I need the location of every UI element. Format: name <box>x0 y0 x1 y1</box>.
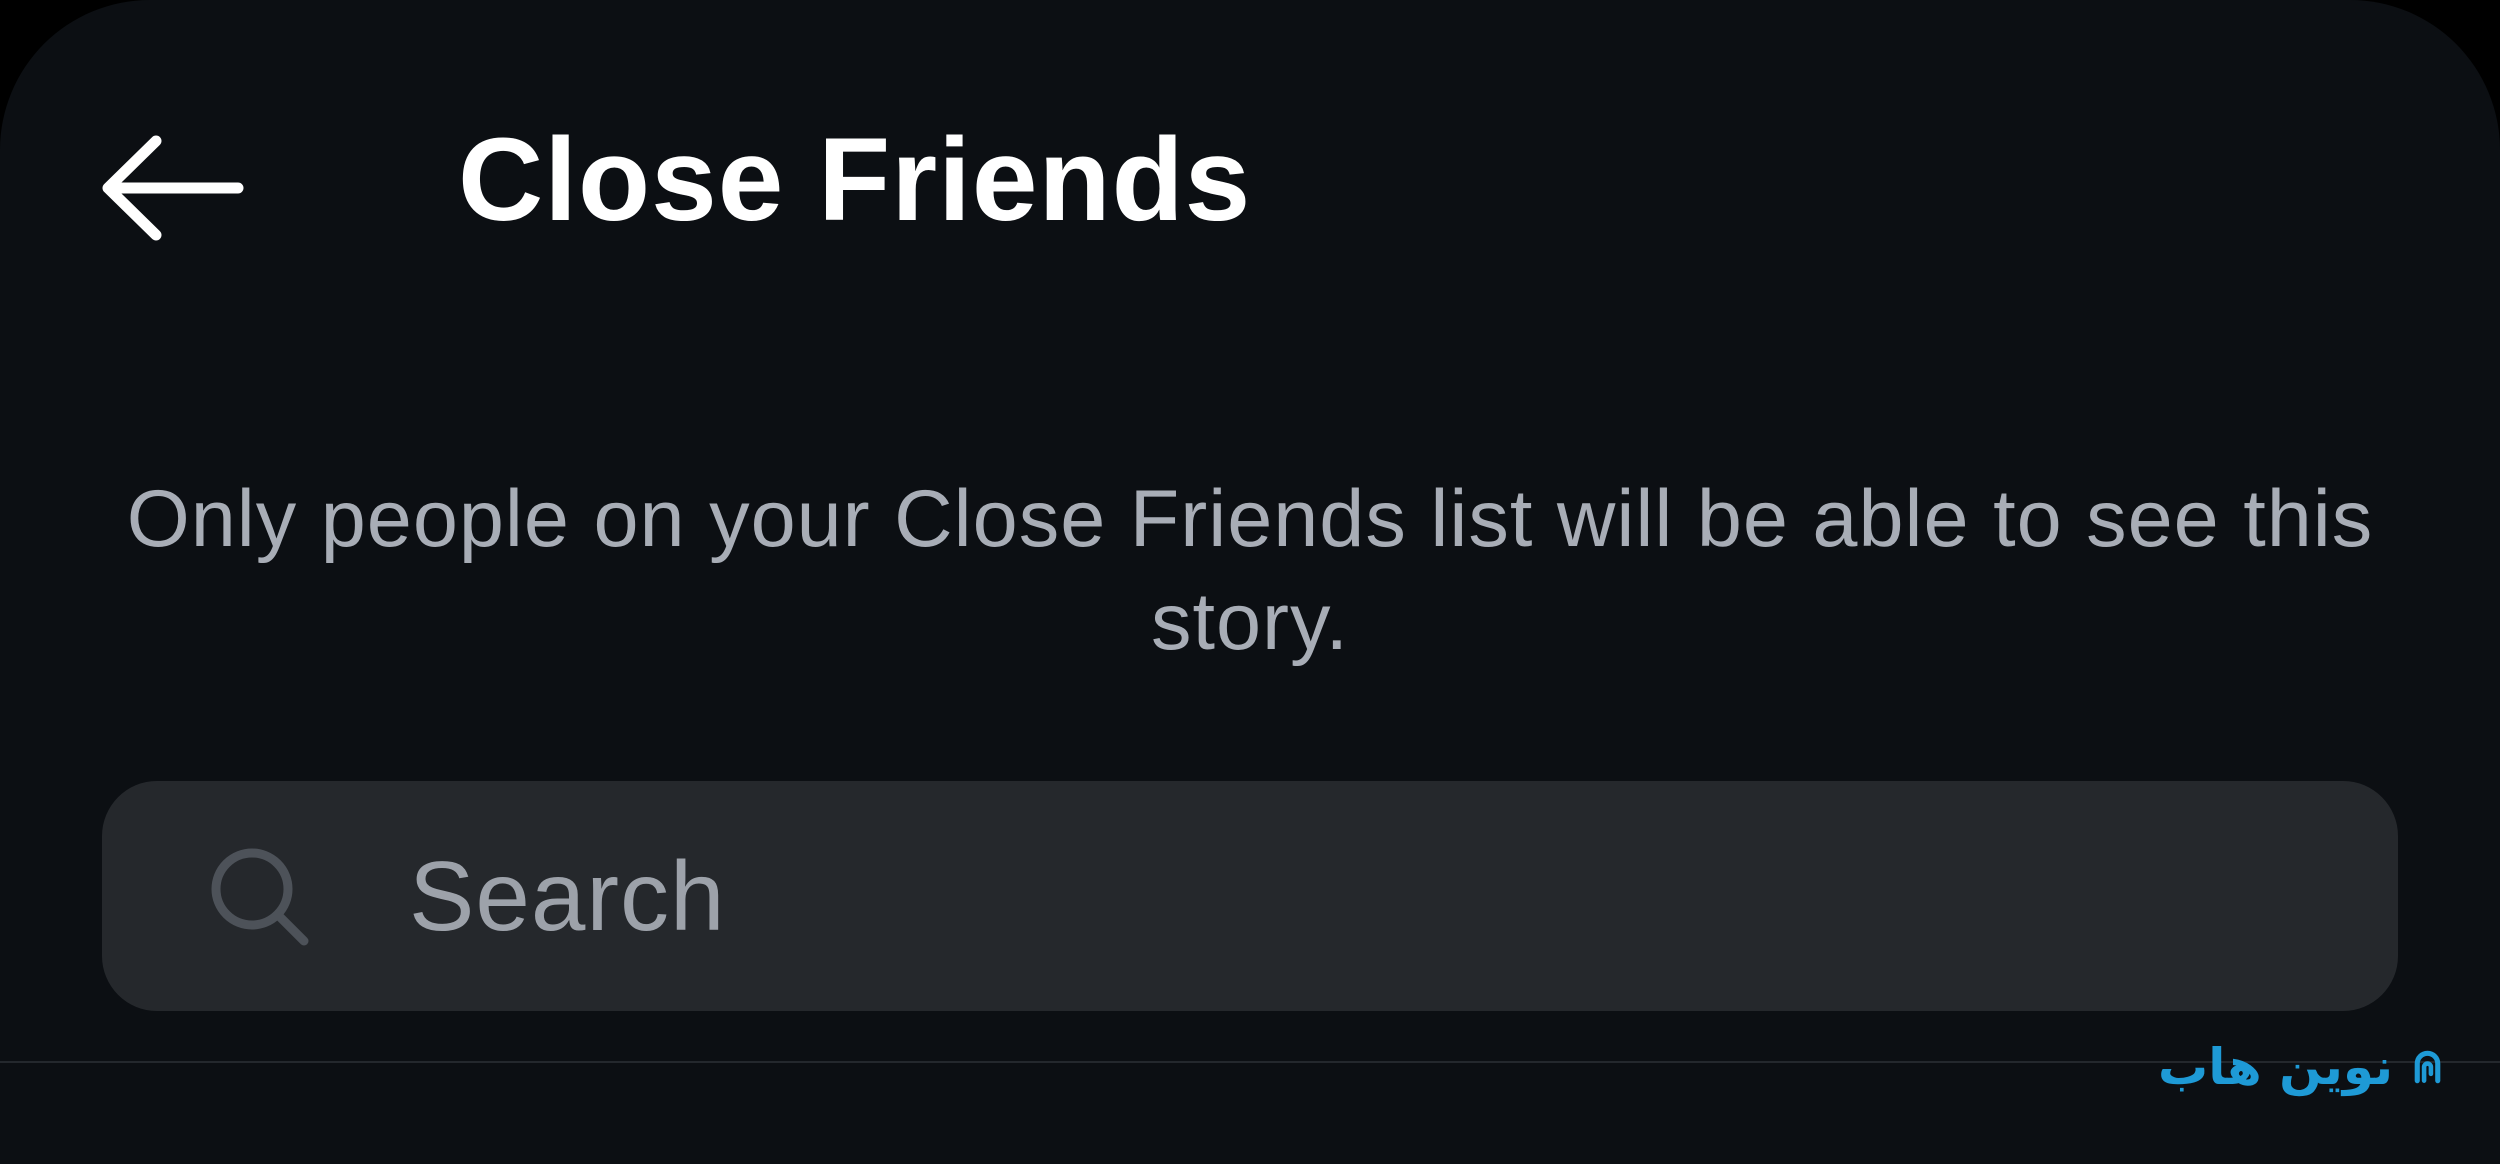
close-friends-description: Only people on your Close Friends list w… <box>126 474 2374 667</box>
page-title: Close Friends <box>458 114 1252 246</box>
search-bar[interactable] <box>102 781 2398 1011</box>
search-icon <box>211 848 309 946</box>
back-button[interactable] <box>96 118 256 258</box>
arrow-left-icon <box>102 135 244 241</box>
watermark-text: نوین هاب <box>2158 1038 2393 1096</box>
search-input[interactable] <box>409 821 2309 971</box>
close-friends-screen: Close Friends Only people on your Close … <box>0 0 2500 1164</box>
watermark: نوین هاب <box>2158 1024 2448 1110</box>
divider <box>0 1061 2500 1063</box>
novinhub-logo-icon <box>2414 1050 2441 1084</box>
